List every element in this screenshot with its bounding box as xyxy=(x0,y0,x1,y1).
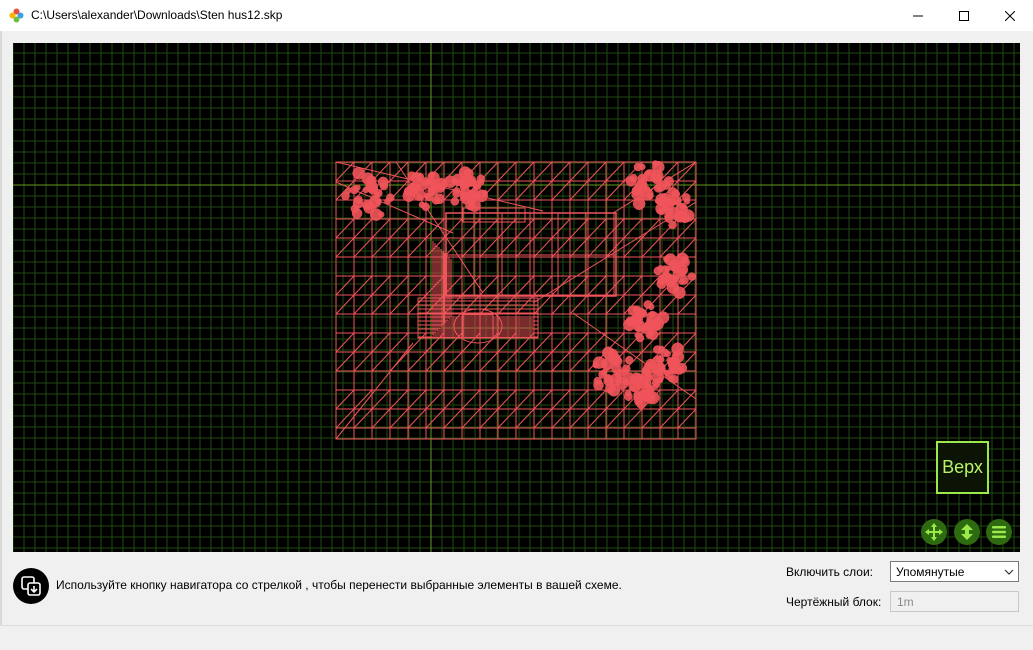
layers-label: Включить слои: xyxy=(786,565,874,579)
drawing-block-label: Чертёжный блок: xyxy=(786,595,882,609)
viewport-canvas[interactable] xyxy=(13,43,1020,552)
menu-button[interactable] xyxy=(986,519,1012,545)
menu-icon xyxy=(992,526,1006,538)
drawing-block-value: 1m xyxy=(897,595,914,609)
app-logo-icon xyxy=(9,8,24,23)
move-icon xyxy=(925,523,943,541)
move-button[interactable] xyxy=(921,519,947,545)
transfer-icon xyxy=(21,576,41,596)
layers-select[interactable]: Упомянутые xyxy=(890,561,1019,582)
view-orientation-label[interactable]: Верх xyxy=(936,441,989,494)
title-bar: C:\Users\alexander\Downloads\Sten hus12.… xyxy=(0,0,1033,31)
status-bar xyxy=(0,625,1033,650)
chevron-down-icon xyxy=(1004,569,1014,575)
rotate-button[interactable] xyxy=(954,519,980,545)
rotate-icon xyxy=(961,524,973,540)
close-icon xyxy=(1005,10,1015,21)
drawing-viewport[interactable]: Верх xyxy=(13,43,1020,552)
minimize-button[interactable] xyxy=(895,0,941,31)
maximize-icon xyxy=(959,10,969,21)
minimize-icon xyxy=(913,15,923,16)
drawing-block-field[interactable]: 1m xyxy=(890,591,1019,612)
close-button[interactable] xyxy=(987,0,1033,31)
maximize-button[interactable] xyxy=(941,0,987,31)
view-label-text: Верх xyxy=(942,457,983,477)
hint-text: Используйте кнопку навигатора со стрелко… xyxy=(56,578,622,592)
transfer-button[interactable] xyxy=(13,568,49,604)
layers-select-value: Упомянутые xyxy=(896,565,965,579)
window-left-edge xyxy=(0,31,2,631)
window-title: C:\Users\alexander\Downloads\Sten hus12.… xyxy=(31,8,283,22)
